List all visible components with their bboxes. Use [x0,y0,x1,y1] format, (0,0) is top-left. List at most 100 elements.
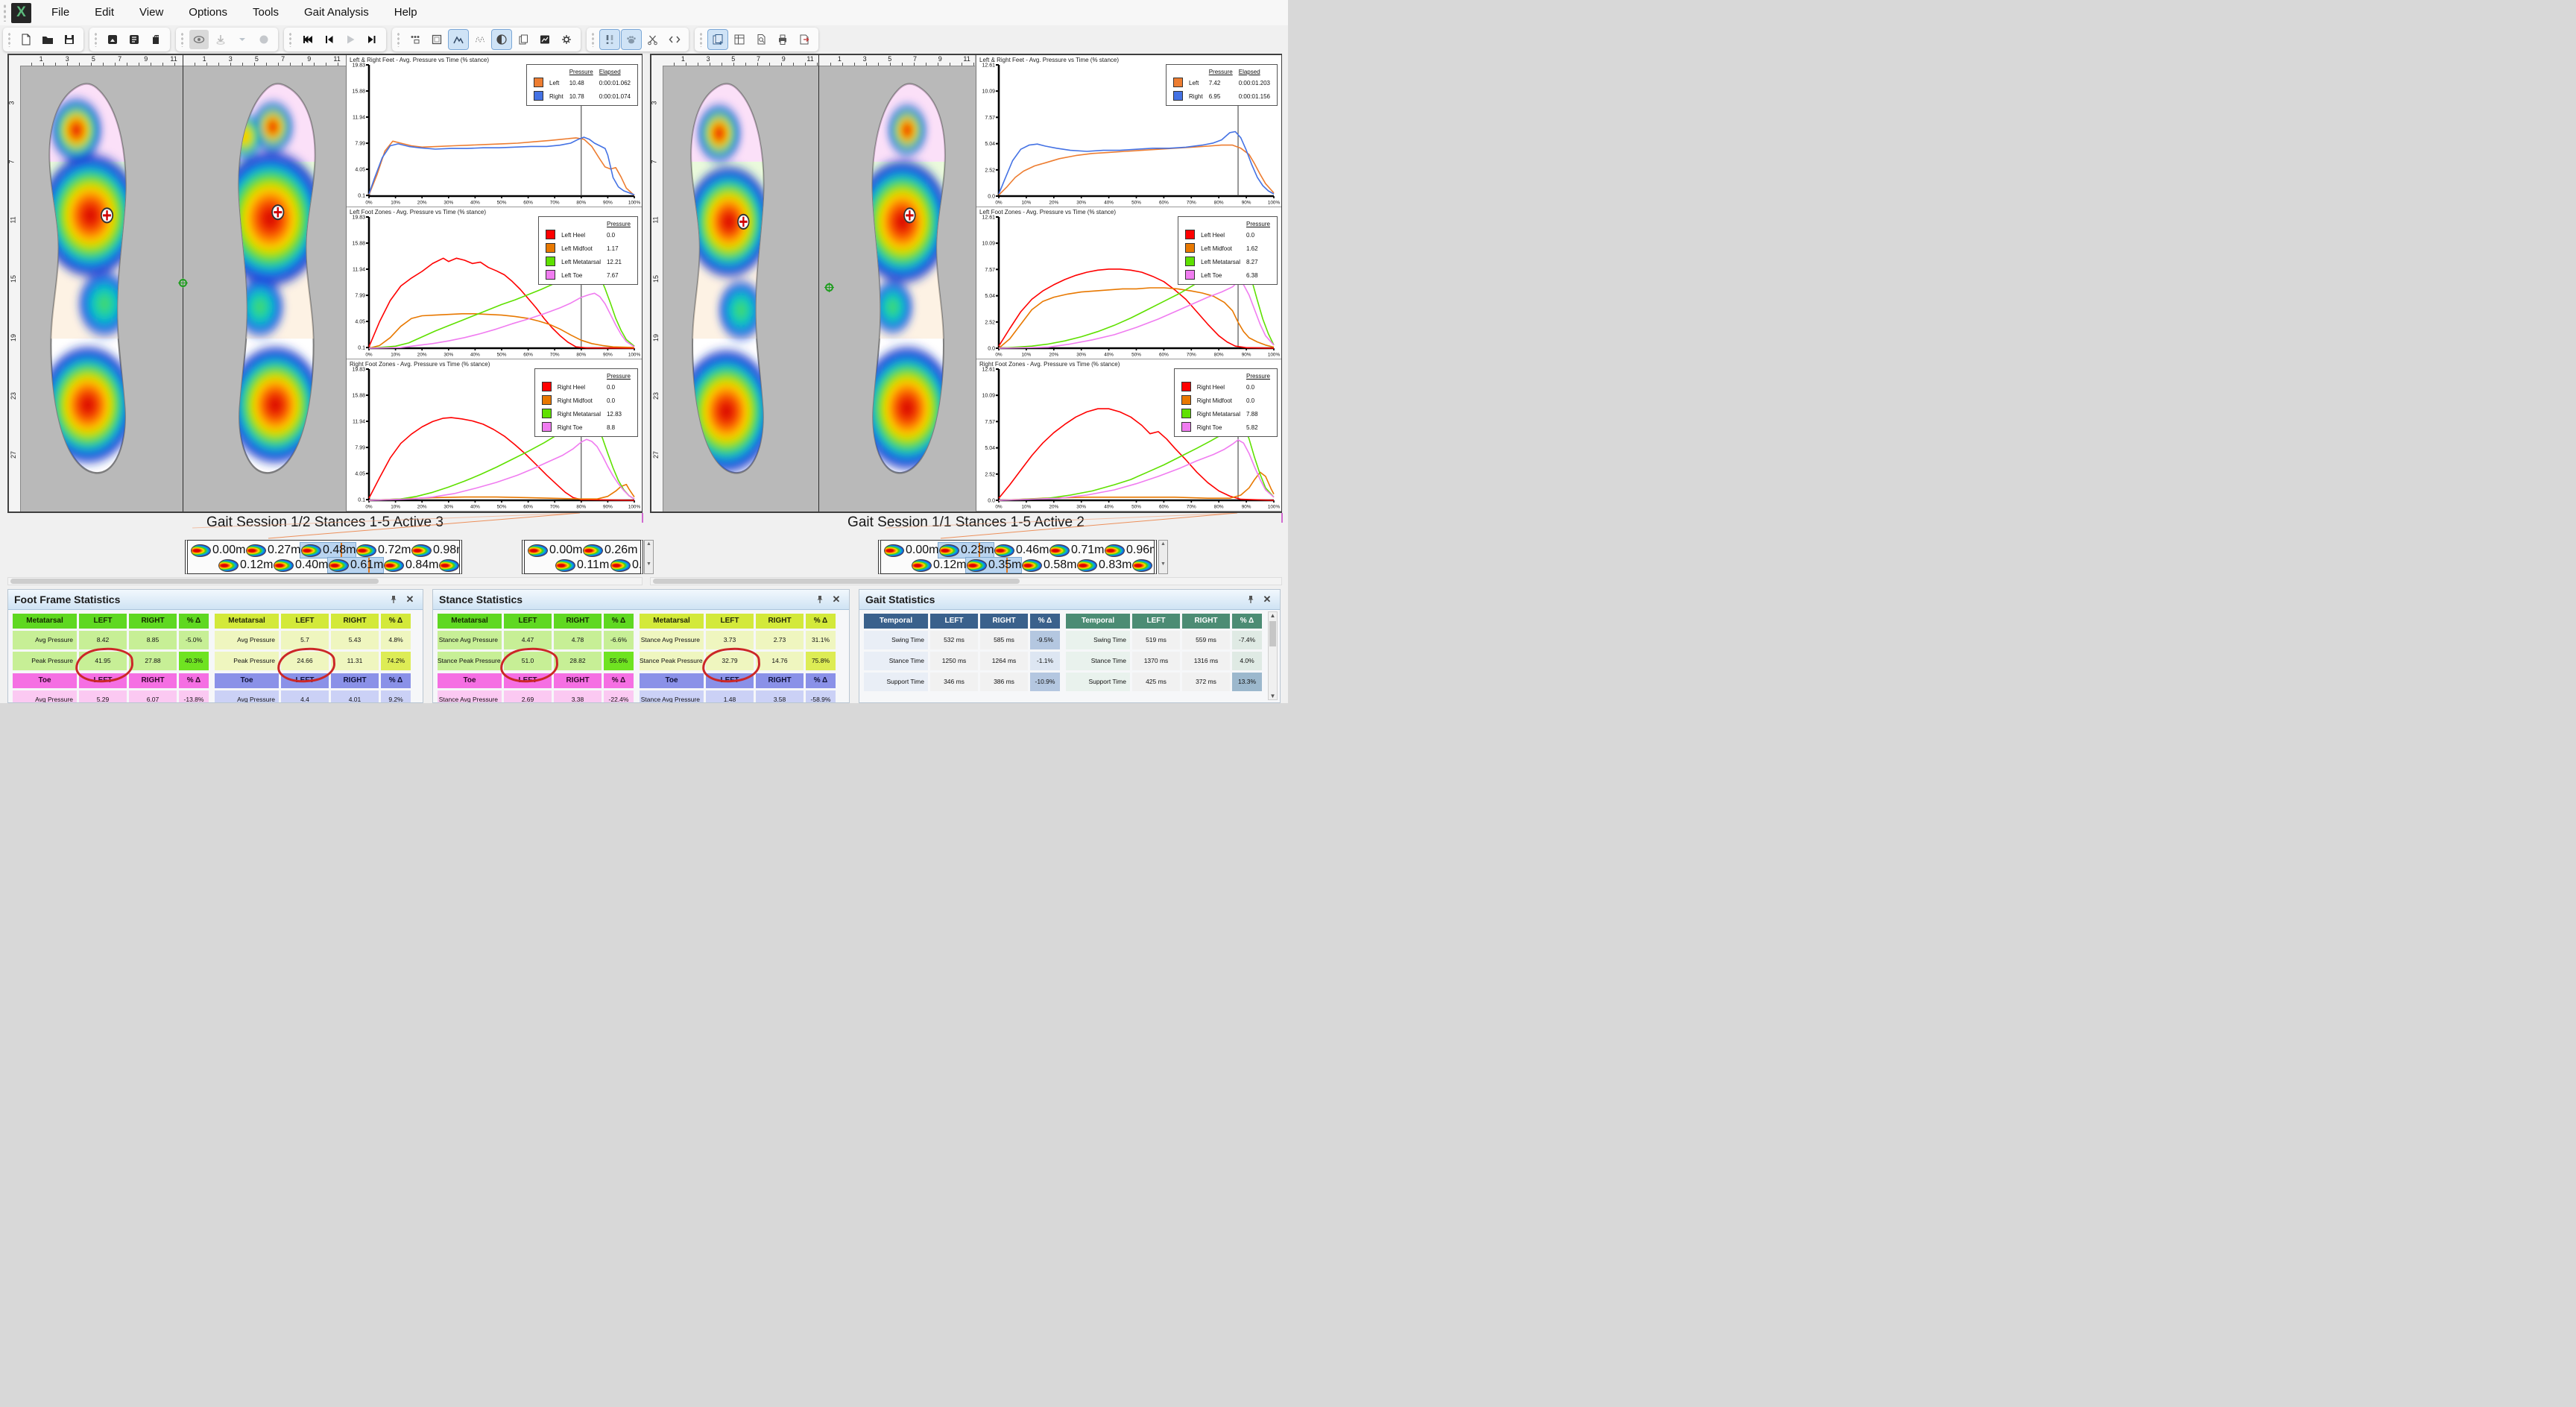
toolbar-group-grip[interactable] [94,32,98,47]
markers-icon[interactable] [665,30,684,49]
right-value: 1316 ms [1182,652,1230,670]
contour-icon[interactable] [492,30,511,49]
save-icon[interactable] [60,30,79,49]
timeline-thumb[interactable]: 0.71m [1049,544,1104,557]
toolbar-group-grip[interactable] [180,32,184,47]
layout-windows-icon[interactable] [103,30,122,49]
timeline-thumb[interactable]: 0.40m [274,558,328,572]
settings-gear-icon[interactable] [557,30,576,49]
toolbar-group-grip[interactable] [7,32,11,47]
timeline-thumb[interactable]: 0.72m [356,544,411,557]
download-icon[interactable] [211,30,230,49]
scrollbar-thumb[interactable] [10,579,379,584]
timeline-thumb[interactable]: 0.12m [218,558,273,572]
pin-icon[interactable] [387,593,400,606]
row-label: Avg Pressure [13,690,77,703]
timeline-thumb[interactable]: 0.11m [555,558,609,572]
memory-card-icon[interactable] [146,30,165,49]
toolbar-group-grip[interactable] [699,32,703,47]
timeline-thumb[interactable]: 1.10m [439,558,462,572]
stance-timeline-2[interactable]: 0.00m0.26m0.11m0.37m [522,540,643,574]
delta-value: -9.5% [1030,631,1060,649]
svg-text:5.04: 5.04 [985,294,995,299]
timeline-thumb[interactable]: 0.96m [1105,544,1157,557]
stance-timeline-3[interactable]: 0.00m0.23m0.46m0.71m0.96m 0.12m0.35m0.58m… [878,540,1157,574]
print-icon[interactable] [773,30,792,49]
timeline-thumb[interactable]: 0.35m [967,558,1021,572]
report-table-icon[interactable] [730,30,749,49]
timeline-thumb[interactable]: 0.58m [1022,558,1076,572]
timeline-thumb[interactable]: 0.98m [411,544,462,557]
step-forward-icon[interactable] [362,30,382,49]
series-color-swatch [1173,78,1183,87]
step-back-icon[interactable] [319,30,338,49]
timeline-thumb[interactable]: 0.83m [1077,558,1131,572]
toolbar-group-5 [392,28,581,51]
close-icon[interactable]: ✕ [403,593,417,606]
skip-start-icon[interactable] [297,30,317,49]
timeline-mini-scrollbar[interactable]: ▲▼ [1158,540,1168,574]
timeline-thumb[interactable]: 0.23m [939,544,994,557]
chart-window-icon[interactable] [535,30,555,49]
scrollbar-thumb[interactable] [653,579,1020,584]
timeline-mini-scrollbar[interactable]: ▲▼ [644,540,654,574]
stance-timeline-1[interactable]: 0.00m0.27m0.48m0.72m0.98m 0.12m0.40m0.61m… [185,540,462,574]
timeline-thumb[interactable]: 0.00m [528,544,582,557]
menu-item-options[interactable]: Options [176,0,240,25]
timeline-thumb[interactable]: 0.12m [912,558,966,572]
copy-frame-icon[interactable] [514,30,533,49]
right-value: 372 ms [1182,673,1230,691]
session-list-icon[interactable] [124,30,144,49]
stats-data-row: Stance Avg Pressure1.483.58-58.9% [640,690,836,703]
export-icon[interactable] [795,30,814,49]
calibration-icon[interactable] [470,30,490,49]
close-icon[interactable]: ✕ [1260,593,1274,606]
panel-vertical-scrollbar[interactable]: ▲▼ [1268,611,1278,700]
menu-item-edit[interactable]: Edit [82,0,127,25]
toolbar-group-grip[interactable] [591,32,595,47]
timeline-thumb[interactable]: 0.84m [384,558,438,572]
toolbar-group-grip[interactable] [288,32,292,47]
open-folder-icon[interactable] [38,30,57,49]
timeline-thumb[interactable]: 0.46m [994,544,1049,557]
frame-icon[interactable] [427,30,446,49]
live-view-icon[interactable] [189,30,209,49]
record-icon[interactable] [254,30,274,49]
timeline-thumb[interactable]: 0.61m [329,558,383,572]
svg-text:0.1: 0.1 [358,194,365,199]
timeline-thumb[interactable]: 0.27m [246,544,300,557]
menu-item-help[interactable]: Help [382,0,430,25]
toolbar-group-grip[interactable] [397,32,400,47]
split-gait-icon[interactable] [643,30,663,49]
timeline-thumb[interactable]: 0.48m [301,544,356,557]
sensor-grid-icon[interactable] [405,30,425,49]
pin-icon[interactable] [813,593,827,606]
svg-text:20%: 20% [417,201,427,206]
pin-icon[interactable] [1244,593,1257,606]
column-header: RIGHT [129,673,177,688]
peak-pressure-icon[interactable] [449,30,468,49]
menu-item-tools[interactable]: Tools [240,0,291,25]
timeline-thumb[interactable]: 0.00m [191,544,245,557]
svg-text:60%: 60% [523,201,533,206]
new-document-icon[interactable] [16,30,36,49]
timeline-thumb[interactable]: 0.37m [610,558,643,572]
scrollbar-thumb[interactable] [1269,621,1276,646]
timeline-horizontal-scrollbar[interactable] [7,577,643,585]
timeline-thumb[interactable]: 0.26m [583,544,637,557]
menu-item-file[interactable]: File [39,0,82,25]
close-icon[interactable]: ✕ [830,593,843,606]
footprint-icon[interactable] [622,30,641,49]
stats-header-row: MetatarsalLEFTRIGHT% Δ [438,614,634,629]
stance-picker-icon[interactable] [600,30,619,49]
timeline-horizontal-scrollbar[interactable] [650,577,1282,585]
timeline-thumb[interactable]: 0.00m [884,544,938,557]
drag-grip[interactable] [3,4,7,22]
play-icon[interactable] [341,30,360,49]
menu-item-view[interactable]: View [127,0,176,25]
timeline-thumb[interactable]: 1.08m [1132,558,1157,572]
copy-report-icon[interactable] [708,30,727,49]
dropdown-caret-icon[interactable] [233,30,252,49]
menu-item-gait-analysis[interactable]: Gait Analysis [291,0,382,25]
page-preview-icon[interactable] [751,30,771,49]
